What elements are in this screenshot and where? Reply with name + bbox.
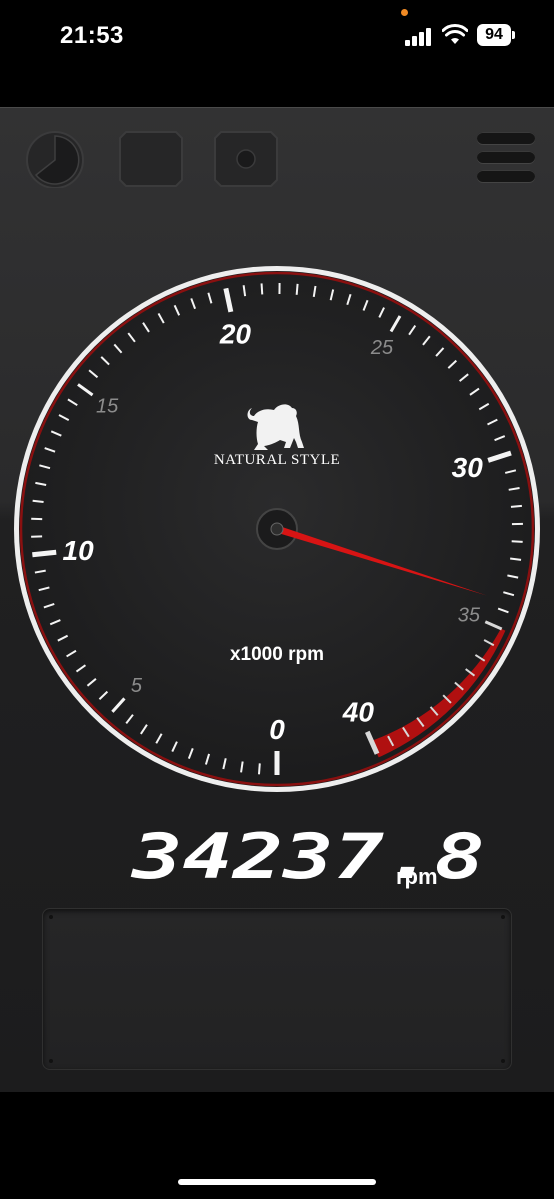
wifi-icon: [442, 24, 468, 44]
tachometer-gauge: 0 10 20 30 40 5 15 25 35 NATURAL STYLE x1000 rpm: [12, 264, 542, 794]
rpm-unit: rpm: [396, 864, 438, 889]
info-panel: [42, 908, 512, 1070]
needle-pointer: [271, 525, 487, 596]
status-bar: 21:53 94: [0, 0, 554, 80]
digital-readout: 34237.8 rpm: [0, 820, 554, 900]
needle-hub-cap: [270, 522, 284, 536]
home-indicator[interactable]: [178, 1179, 376, 1185]
battery-level: 94: [477, 24, 511, 46]
square-outline-icon[interactable]: [118, 130, 184, 188]
recording-indicator-dot: [401, 9, 408, 16]
status-time: 21:53: [60, 22, 124, 49]
pie-gauge-icon[interactable]: [22, 130, 88, 188]
record-dot-icon[interactable]: [213, 130, 279, 188]
battery-icon: 94: [477, 24, 515, 46]
gauge-needle: [256, 508, 487, 596]
hamburger-menu-icon[interactable]: [475, 128, 537, 186]
cellular-signal-icon: [405, 28, 433, 46]
